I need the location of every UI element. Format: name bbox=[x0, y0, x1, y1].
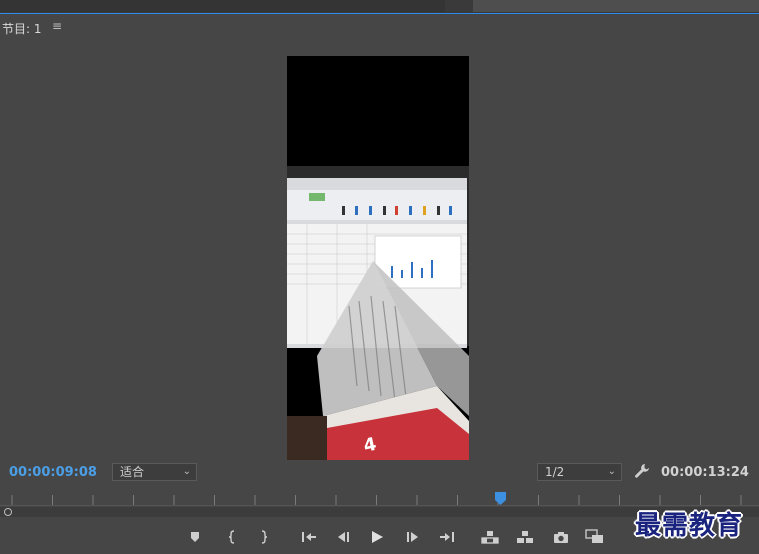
watermark-logo: 最需教育 bbox=[635, 511, 744, 541]
step-back-icon bbox=[338, 532, 349, 542]
program-monitor-video: 4 bbox=[287, 56, 469, 460]
video-frame: 4 bbox=[287, 56, 469, 460]
tab-area-right[interactable] bbox=[473, 0, 759, 12]
mark-out-button[interactable] bbox=[254, 527, 274, 547]
comparison-view-button[interactable] bbox=[585, 527, 605, 547]
go-to-in-icon bbox=[302, 532, 316, 542]
marker-icon bbox=[191, 532, 199, 542]
step-forward-icon bbox=[407, 532, 418, 542]
active-panel-indicator bbox=[0, 13, 759, 14]
scrollbar-handle[interactable] bbox=[4, 508, 12, 516]
panel-title[interactable]: 节目: 1 bbox=[2, 20, 42, 37]
step-forward-button[interactable] bbox=[403, 527, 423, 547]
add-marker-button[interactable] bbox=[185, 527, 205, 547]
duration-timecode: 00:00:13:24 bbox=[661, 465, 749, 480]
time-ruler[interactable] bbox=[0, 490, 759, 506]
panel-menu-icon[interactable]: ≡ bbox=[52, 19, 62, 33]
comparison-view-icon bbox=[585, 529, 603, 543]
current-timecode[interactable]: 00:00:09:08 bbox=[9, 465, 97, 480]
mark-in-icon bbox=[228, 530, 235, 544]
go-to-in-button[interactable] bbox=[299, 527, 319, 547]
step-back-button[interactable] bbox=[333, 527, 353, 547]
zoom-select-value: 适合 bbox=[120, 465, 145, 479]
extract-button[interactable] bbox=[515, 527, 535, 547]
play-button[interactable] bbox=[367, 527, 387, 547]
chevron-down-icon: ⌄ bbox=[182, 466, 191, 477]
chevron-down-icon: ⌄ bbox=[607, 466, 616, 477]
play-icon bbox=[372, 531, 383, 543]
zoom-select[interactable]: 适合 ⌄ bbox=[112, 463, 197, 481]
lift-button[interactable] bbox=[480, 527, 500, 547]
wrench-icon[interactable] bbox=[634, 463, 650, 479]
mark-out-icon bbox=[261, 530, 268, 544]
playhead-marker[interactable] bbox=[495, 492, 507, 505]
lift-icon bbox=[481, 531, 499, 544]
top-tab-bar bbox=[0, 0, 759, 14]
resolution-select[interactable]: 1/2 ⌄ bbox=[537, 463, 622, 481]
export-frame-button[interactable] bbox=[551, 527, 571, 547]
resolution-select-value: 1/2 bbox=[545, 465, 565, 479]
camera-icon bbox=[554, 531, 568, 543]
tab-area[interactable] bbox=[0, 0, 445, 12]
mark-in-button[interactable] bbox=[222, 527, 242, 547]
go-to-out-icon bbox=[440, 532, 454, 542]
go-to-out-button[interactable] bbox=[437, 527, 457, 547]
extract-icon bbox=[517, 531, 533, 543]
